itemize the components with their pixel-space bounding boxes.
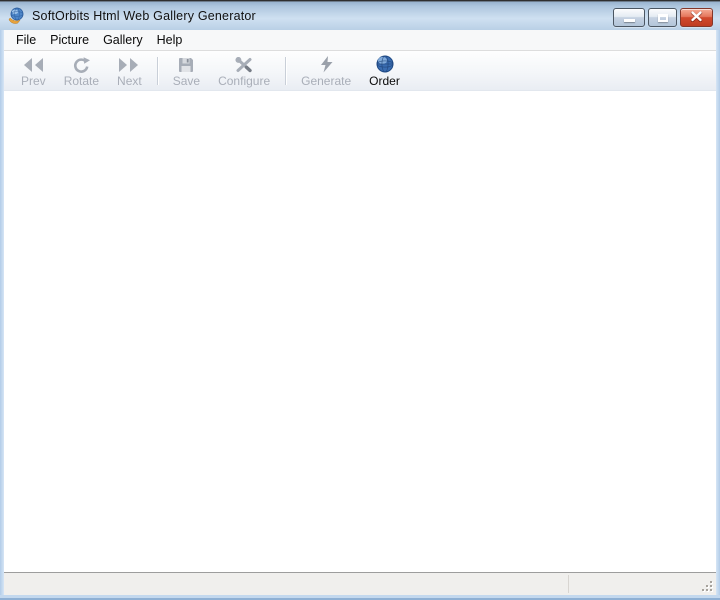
toolbar-button-label: Order [369, 74, 400, 88]
window-title: SoftOrbits Html Web Gallery Generator [32, 8, 256, 23]
toolbar-button-generate[interactable]: Generate [292, 54, 360, 88]
menu-item-file[interactable]: File [9, 31, 43, 49]
toolbar-button-label: Configure [218, 74, 271, 88]
toolbar-button-rotate[interactable]: Rotate [55, 54, 108, 88]
maximize-button[interactable] [648, 8, 677, 27]
order-globe-icon [376, 55, 394, 73]
menubar: File Picture Gallery Help [4, 30, 716, 51]
menu-item-picture[interactable]: Picture [43, 31, 96, 49]
menu-item-help[interactable]: Help [150, 31, 190, 49]
window-border-bottom [0, 595, 720, 600]
close-button[interactable] [680, 8, 713, 27]
prev-icon [22, 55, 44, 73]
toolbar-button-save[interactable]: Save [164, 54, 209, 88]
rotate-icon [72, 55, 91, 73]
toolbar-button-next[interactable]: Next [108, 54, 151, 88]
toolbar-separator [285, 57, 287, 85]
app-window: SoftOrbits Html Web Gallery Generator Fi… [0, 0, 720, 600]
toolbar-button-configure[interactable]: Configure [209, 54, 279, 88]
toolbar: Prev Rotate Next Save Configure Generate… [4, 51, 716, 91]
configure-icon [235, 55, 253, 73]
statusbar-separator [568, 575, 569, 593]
close-icon [690, 9, 703, 27]
app-icon [8, 7, 26, 24]
toolbar-button-label: Generate [301, 74, 352, 88]
maximize-icon [657, 13, 668, 22]
next-icon [118, 55, 140, 73]
toolbar-button-prev[interactable]: Prev [12, 54, 55, 88]
menu-item-gallery[interactable]: Gallery [96, 31, 150, 49]
minimize-icon [623, 18, 635, 22]
client-area: File Picture Gallery Help Prev Rotate Ne… [4, 30, 716, 595]
toolbar-button-label: Prev [21, 74, 46, 88]
resize-grip-icon[interactable] [701, 580, 714, 593]
generate-icon [319, 55, 334, 73]
minimize-button[interactable] [613, 8, 645, 27]
toolbar-separator [156, 57, 158, 85]
window-border-right [716, 30, 720, 595]
titlebar[interactable]: SoftOrbits Html Web Gallery Generator [0, 0, 720, 30]
toolbar-button-order[interactable]: Order [360, 54, 409, 88]
toolbar-button-label: Save [172, 74, 201, 88]
toolbar-button-label: Next [117, 74, 142, 88]
toolbar-button-label: Rotate [63, 74, 100, 88]
window-controls [613, 8, 713, 27]
save-icon [178, 55, 194, 73]
statusbar [4, 572, 716, 595]
gallery-content-area[interactable] [4, 91, 716, 572]
